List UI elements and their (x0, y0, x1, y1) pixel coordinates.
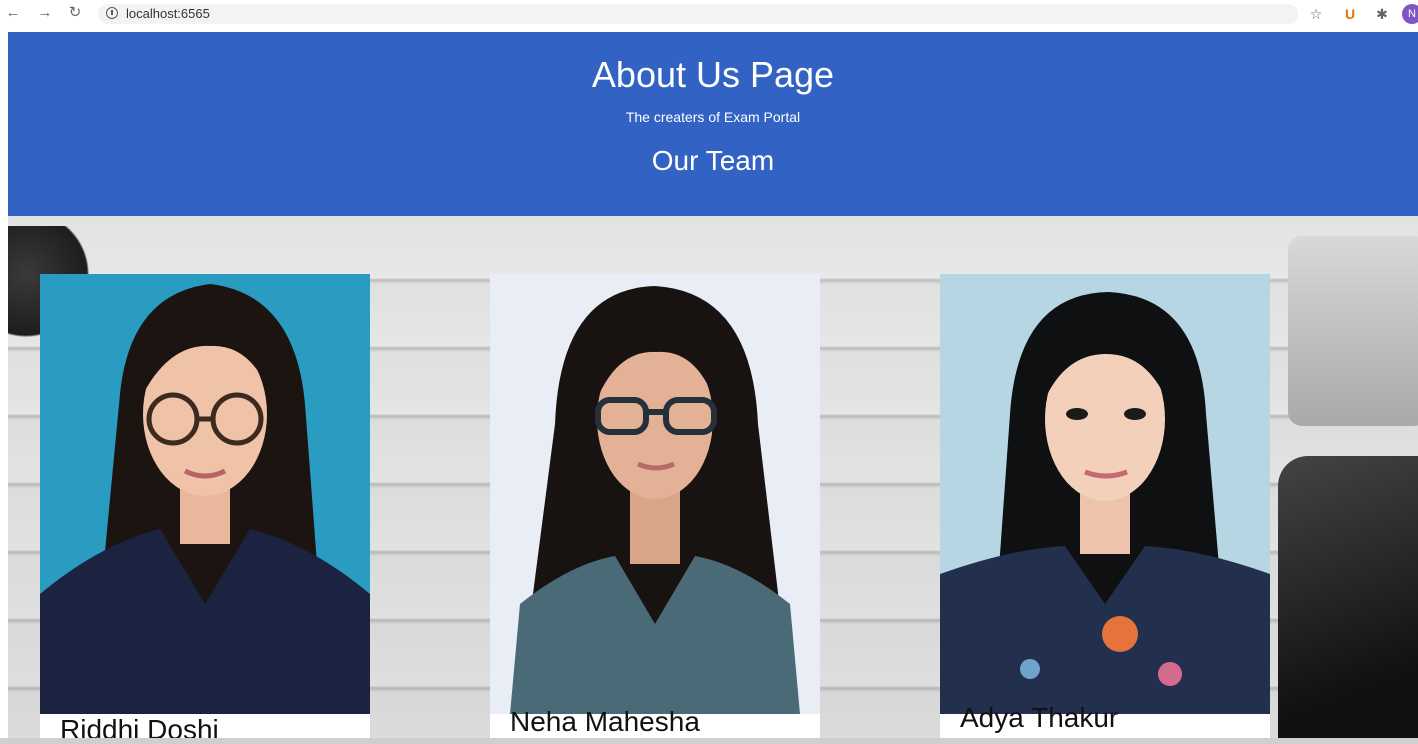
background-key-shape (1278, 456, 1418, 738)
member-name: Riddhi Doshi (60, 714, 219, 738)
browser-toolbar: ← → ↻ localhost:6565 ☆ U ✱ N (0, 0, 1418, 28)
team-section: Riddhi Doshi Neha Mahesha Adya Thakur (8, 216, 1418, 738)
site-info-icon[interactable] (106, 7, 118, 19)
reload-icon[interactable]: ↻ (66, 3, 84, 23)
horizontal-scrollbar[interactable] (0, 738, 1418, 744)
address-bar[interactable]: localhost:6565 (98, 4, 1298, 24)
url-text[interactable]: localhost:6565 (126, 6, 210, 22)
team-member-card: Adya Thakur (940, 274, 1270, 738)
member-name: Adya Thakur (960, 702, 1119, 733)
page-title: About Us Page (591, 54, 835, 95)
team-member-card: Riddhi Doshi (40, 274, 370, 738)
member-name: Neha Mahesha (510, 706, 700, 737)
page-subtitle: The creaters of Exam Portal (625, 109, 801, 125)
member-photo (490, 274, 820, 714)
extension-icon[interactable]: U (1340, 4, 1360, 24)
puzzle-icon[interactable]: ✱ (1372, 4, 1392, 24)
member-photo (40, 274, 370, 714)
about-header: About Us Page The creaters of Exam Porta… (8, 32, 1418, 216)
back-arrow-icon[interactable]: ← (4, 3, 22, 23)
team-heading: Our Team (651, 145, 775, 176)
forward-arrow-icon[interactable]: → (36, 3, 54, 23)
member-portrait (490, 274, 820, 714)
member-portrait (40, 274, 370, 714)
team-member-card: Neha Mahesha (490, 274, 820, 738)
profile-avatar[interactable]: N (1402, 4, 1418, 24)
background-key-shape (1288, 236, 1418, 426)
member-photo (940, 274, 1270, 714)
bookmark-star-icon[interactable]: ☆ (1306, 4, 1326, 24)
member-portrait (940, 274, 1270, 714)
